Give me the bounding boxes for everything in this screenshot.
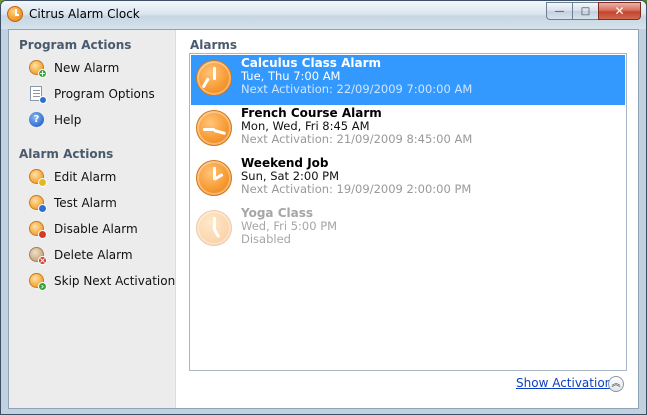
delete-alarm-icon: × (29, 247, 47, 265)
disable-alarm-label: Disable Alarm (54, 222, 138, 236)
alarm-clock-icon (196, 60, 232, 96)
edit-alarm-button[interactable]: Edit Alarm (29, 167, 116, 187)
show-activations-link[interactable]: Show Activations (516, 376, 619, 390)
actions-sidebar: Program Actions + New Alarm Program Opti… (9, 30, 176, 408)
collapse-chevron-up-icon[interactable]: ︽ (608, 376, 624, 392)
test-alarm-icon (29, 195, 47, 213)
maximize-button[interactable]: □ (572, 2, 598, 20)
alarm-actions-title: Alarm Actions (19, 147, 114, 161)
alarms-title: Alarms (190, 38, 238, 52)
alarm-clock-icon (196, 210, 232, 246)
edit-alarm-icon (29, 169, 47, 187)
skip-next-activation-button[interactable]: › Skip Next Activation (29, 271, 175, 291)
new-alarm-label: New Alarm (54, 61, 120, 75)
test-alarm-button[interactable]: Test Alarm (29, 193, 117, 213)
program-actions-title: Program Actions (19, 38, 132, 52)
alarm-row-yoga-class[interactable]: Yoga Class Wed, Fri 5:00 PM Disabled (191, 205, 625, 255)
test-alarm-label: Test Alarm (54, 196, 117, 210)
alarm-clock-icon (196, 160, 232, 196)
close-button[interactable]: ✕ (598, 2, 641, 20)
help-label: Help (54, 113, 82, 127)
alarm-text: Calculus Class Alarm Tue, Thu 7:00 AM Ne… (241, 57, 472, 96)
window-title: Citrus Alarm Clock (29, 7, 140, 21)
alarm-clock-icon (196, 110, 232, 146)
app-window: Citrus Alarm Clock — □ ✕ Program Actions… (0, 0, 647, 415)
delete-alarm-button[interactable]: × Delete Alarm (29, 245, 133, 265)
alarm-next-activation: Next Activation: 21/09/2009 8:45:00 AM (241, 132, 473, 146)
skip-next-activation-label: Skip Next Activation (54, 274, 176, 288)
program-options-button[interactable]: Program Options (29, 84, 155, 104)
disable-alarm-button[interactable]: Disable Alarm (29, 219, 138, 239)
alarm-clock-app-icon (7, 6, 23, 22)
skip-alarm-icon: › (29, 273, 47, 291)
client-area: Program Actions + New Alarm Program Opti… (8, 29, 639, 409)
alarm-row-french-course[interactable]: French Course Alarm Mon, Wed, Fri 8:45 A… (191, 105, 625, 155)
alarm-text: French Course Alarm Mon, Wed, Fri 8:45 A… (241, 107, 472, 146)
options-document-icon (29, 86, 47, 104)
alarm-text: Weekend Job Sun, Sat 2:00 PM Next Activa… (241, 157, 471, 196)
new-alarm-button[interactable]: + New Alarm (29, 58, 119, 78)
alarm-status: Disabled (241, 232, 291, 246)
alarm-row-weekend-job[interactable]: Weekend Job Sun, Sat 2:00 PM Next Activa… (191, 155, 625, 205)
new-alarm-icon: + (29, 60, 47, 78)
title-bar[interactable]: Citrus Alarm Clock — □ ✕ (1, 1, 646, 29)
help-icon: ? (29, 112, 45, 128)
alarm-next-activation: Next Activation: 19/09/2009 2:00:00 PM (241, 182, 472, 196)
alarm-next-activation: Next Activation: 22/09/2009 7:00:00 AM (241, 82, 473, 96)
alarm-row-calculus-class[interactable]: Calculus Class Alarm Tue, Thu 7:00 AM Ne… (191, 55, 625, 105)
minimize-button[interactable]: — (546, 2, 572, 20)
help-button[interactable]: ? Help (29, 110, 81, 130)
delete-alarm-label: Delete Alarm (54, 248, 133, 262)
program-options-label: Program Options (54, 87, 155, 101)
window-controls: — □ ✕ (546, 2, 641, 20)
alarm-text: Yoga Class Wed, Fri 5:00 PM Disabled (241, 207, 337, 246)
edit-alarm-label: Edit Alarm (54, 170, 117, 184)
disable-alarm-icon (29, 221, 47, 239)
alarm-list[interactable]: Calculus Class Alarm Tue, Thu 7:00 AM Ne… (189, 53, 627, 371)
